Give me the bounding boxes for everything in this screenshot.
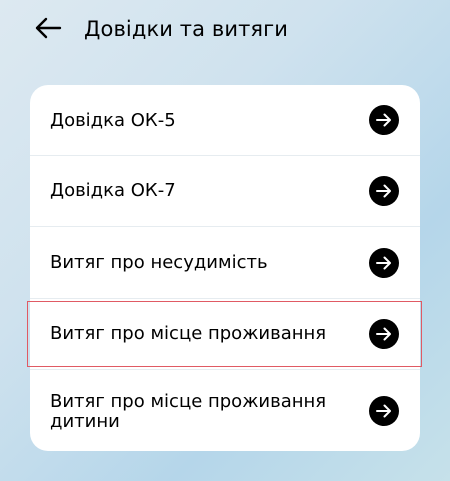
arrow-right-circle-icon[interactable] [369, 105, 399, 135]
list-item-label: Витяг про несудимість [50, 252, 268, 273]
back-button[interactable] [33, 14, 63, 42]
list-item-label: Витяг про місце проживання дитини [50, 391, 327, 432]
list-item-residence[interactable]: Витяг про місце проживання [30, 299, 420, 369]
list-item-label: Витяг про місце проживання [50, 323, 327, 344]
arrow-left-icon [35, 17, 62, 39]
page-title: Довідки та витяги [84, 17, 289, 41]
list-item-criminal-record[interactable]: Витяг про несудимість [30, 227, 420, 298]
list-item-label: Довідка ОК-5 [50, 110, 176, 131]
arrow-right-circle-icon[interactable] [369, 248, 399, 278]
list-item-child-residence[interactable]: Витяг про місце проживання дитини [30, 370, 420, 451]
app-header: Довідки та витяги [0, 0, 450, 58]
list-item-ok5[interactable]: Довідка ОК-5 [30, 85, 420, 155]
documents-list: Довідка ОК-5 Довідка ОК-7 Витяг про несу… [30, 85, 420, 451]
arrow-right-circle-icon[interactable] [369, 319, 399, 349]
list-item-label: Довідка ОК-7 [50, 180, 176, 201]
arrow-right-circle-icon[interactable] [369, 176, 399, 206]
arrow-right-circle-icon[interactable] [369, 396, 399, 426]
list-item-ok7[interactable]: Довідка ОК-7 [30, 156, 420, 226]
